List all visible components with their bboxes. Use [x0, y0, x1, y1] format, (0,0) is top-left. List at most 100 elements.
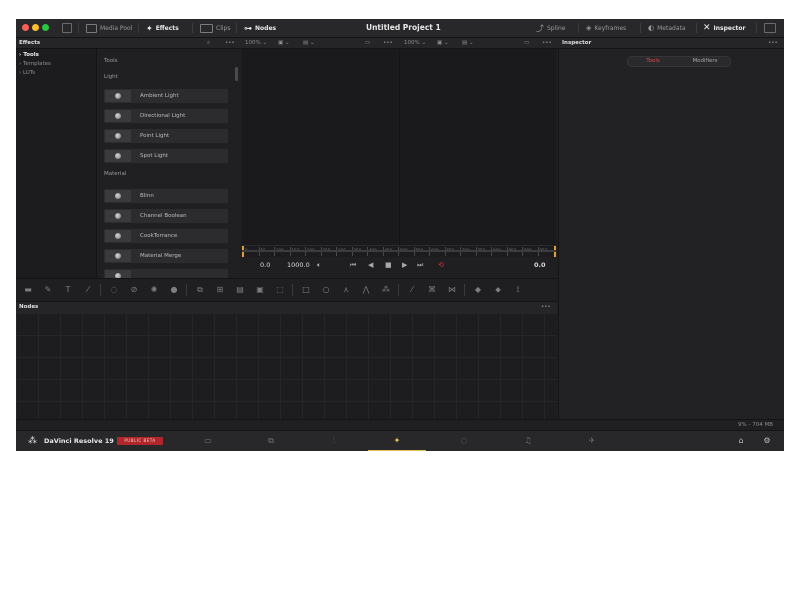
tool-ambient-light[interactable]: Ambient Light [104, 89, 228, 103]
effects-button[interactable]: ✦ Effects [146, 19, 179, 37]
tab-modifiers[interactable]: Modifiers [680, 57, 730, 66]
tool-channel-boolean[interactable]: Channel Boolean [104, 209, 228, 223]
metadata-button[interactable]: ◐ Metadata [648, 19, 686, 37]
background-tool-icon[interactable]: ▬ [22, 284, 34, 296]
spline-button[interactable]: ⤴ Spline [536, 19, 565, 37]
merge-3d-icon[interactable]: ⬥ [492, 284, 504, 296]
shape-3d-icon[interactable]: ◆ [472, 284, 484, 296]
stop-icon[interactable]: ■ [385, 257, 392, 273]
rectangle-mask-icon[interactable]: □ [300, 284, 312, 296]
planar-tracker-icon[interactable]: ⋈ [446, 284, 458, 296]
viewer-left-view-menu[interactable]: ▣ ⌄ [278, 38, 290, 48]
play-forward-icon[interactable]: ▶ [402, 257, 407, 273]
tool-name: Channel Boolean [140, 213, 187, 219]
tab-tools[interactable]: Tools [628, 57, 678, 66]
nodes-button[interactable]: ⊶ Nodes [244, 19, 276, 37]
node-editor-canvas[interactable] [16, 313, 557, 419]
tool-cooktorrance[interactable]: CookTorrance [104, 229, 228, 243]
inspector-options-icon[interactable]: ••• [768, 38, 778, 48]
media-pool-label: Media Pool [100, 24, 133, 32]
fairlight-page-icon[interactable]: ♫ [513, 431, 543, 451]
blur-tool-icon[interactable]: ◌ [108, 284, 120, 296]
edit-page-icon[interactable]: ⫶ [319, 431, 349, 451]
tool-name: Spot Light [140, 153, 168, 159]
loop-icon[interactable]: ⟲ [438, 257, 444, 273]
viewer-right-fit-icon[interactable]: ▭ [524, 38, 529, 48]
render-end-field[interactable]: 1000.0 [287, 257, 310, 273]
sidebar-item-luts[interactable]: › LUTs [19, 70, 35, 76]
tool-blinn[interactable]: Blinn [104, 189, 228, 203]
cut-page-icon[interactable]: ⧉ [256, 431, 286, 451]
effects-sidebar: › Tools › Templates › LUTs [16, 49, 97, 287]
current-time-field[interactable]: 0.0 [534, 257, 546, 273]
glow-tool-icon[interactable]: ✺ [148, 284, 160, 296]
settings-gear-icon[interactable]: ⚙ [752, 431, 782, 451]
media-out-icon[interactable]: ▣ [254, 284, 266, 296]
keyframes-label: Keyframes [594, 24, 627, 32]
point-light-icon [105, 130, 131, 142]
tool-directional-light[interactable]: Directional Light [104, 109, 228, 123]
tool-material-merge[interactable]: Material Merge [104, 249, 228, 263]
metadata-label: Metadata [657, 24, 686, 32]
particle-emitter-icon[interactable]: ⁂ [380, 284, 392, 296]
layout-toggle-icon[interactable] [62, 23, 72, 33]
tool-point-light[interactable]: Point Light [104, 129, 228, 143]
dual-screen-icon[interactable] [764, 23, 776, 33]
tools-scrollbar[interactable] [235, 67, 238, 81]
effects-options-icon[interactable]: ••• [225, 38, 235, 48]
loader-icon[interactable]: ⬚ [274, 284, 286, 296]
viewer-right-view-menu[interactable]: ▣ ⌄ [437, 38, 449, 48]
inspector-button[interactable]: ✕ Inspector [703, 19, 746, 37]
tracker-icon[interactable]: ⌘ [426, 284, 438, 296]
polygon-mask-icon[interactable]: ⋏ [340, 284, 352, 296]
viewer-left-layout-menu[interactable]: ▤ ⌄ [303, 38, 315, 48]
sidebar-item-tools[interactable]: › Tools [19, 52, 39, 58]
go-to-start-icon[interactable]: ⏮︎ [350, 257, 356, 273]
paint-tool-icon[interactable]: ✎ [42, 284, 54, 296]
merge-tool-icon[interactable]: ⧉ [194, 284, 206, 296]
clips-button[interactable]: Clips [200, 19, 230, 37]
app-name: DaVinci Resolve 19 [44, 437, 114, 445]
viewer-right-layout-menu[interactable]: ▤ ⌄ [462, 38, 474, 48]
tool-name: Directional Light [140, 113, 186, 119]
keyframes-button[interactable]: ◈ Keyframes [586, 19, 626, 37]
play-reverse-icon[interactable]: ◀ [368, 257, 373, 273]
viewer-left-options-icon[interactable]: ••• [383, 38, 393, 48]
matte-control-icon[interactable]: ● [168, 284, 180, 296]
renderer-3d-icon[interactable]: ⟟ [512, 284, 524, 296]
text-tool-icon[interactable]: T [62, 284, 74, 296]
channel-booleans-icon[interactable]: ⊞ [214, 284, 226, 296]
particle-render-icon[interactable]: ⁄ [406, 284, 418, 296]
close-window-button[interactable] [22, 24, 29, 31]
media-pool-button[interactable]: Media Pool [86, 19, 132, 37]
viewer-right-zoom[interactable]: 100% ⌄ [404, 38, 426, 48]
minimize-window-button[interactable] [32, 24, 39, 31]
sidebar-item-templates[interactable]: › Templates [19, 61, 51, 67]
title-bar: Media Pool ✦ Effects Clips ⊶ Nodes Untit… [16, 19, 784, 38]
ellipse-mask-icon[interactable]: ○ [320, 284, 332, 296]
clips-icon [200, 23, 213, 33]
audio-icon[interactable]: 🔈︎ [317, 257, 321, 273]
viewer-right[interactable] [400, 49, 556, 245]
fusion-page-icon[interactable]: ✦ [382, 431, 412, 451]
bspline-mask-icon[interactable]: ⋀ [360, 284, 372, 296]
color-corrector-icon[interactable]: ⊘ [128, 284, 140, 296]
viewer-right-options-icon[interactable]: ••• [542, 38, 552, 48]
render-start-field[interactable]: 0.0 [260, 257, 270, 273]
viewer-left-zoom-value: 100% [245, 40, 261, 46]
brush-tool-icon[interactable]: ⁄ [82, 284, 94, 296]
search-icon[interactable]: ⌕ [207, 38, 210, 48]
scrub-bar[interactable] [242, 250, 556, 252]
viewer-left-zoom[interactable]: 100% ⌄ [245, 38, 267, 48]
ambient-light-icon [105, 90, 131, 102]
zoom-window-button[interactable] [42, 24, 49, 31]
color-page-icon[interactable]: ◌ [449, 431, 479, 451]
media-in-icon[interactable]: ▤ [234, 284, 246, 296]
nodes-options-icon[interactable]: ••• [541, 302, 551, 313]
go-to-end-icon[interactable]: ⏭︎ [417, 257, 423, 273]
tool-spot-light[interactable]: Spot Light [104, 149, 228, 163]
viewer-left-fit-icon[interactable]: ▭ [365, 38, 370, 48]
viewer-left[interactable] [242, 49, 399, 245]
deliver-page-icon[interactable]: ✈ [577, 431, 607, 451]
media-page-icon[interactable]: ▭ [193, 431, 223, 451]
